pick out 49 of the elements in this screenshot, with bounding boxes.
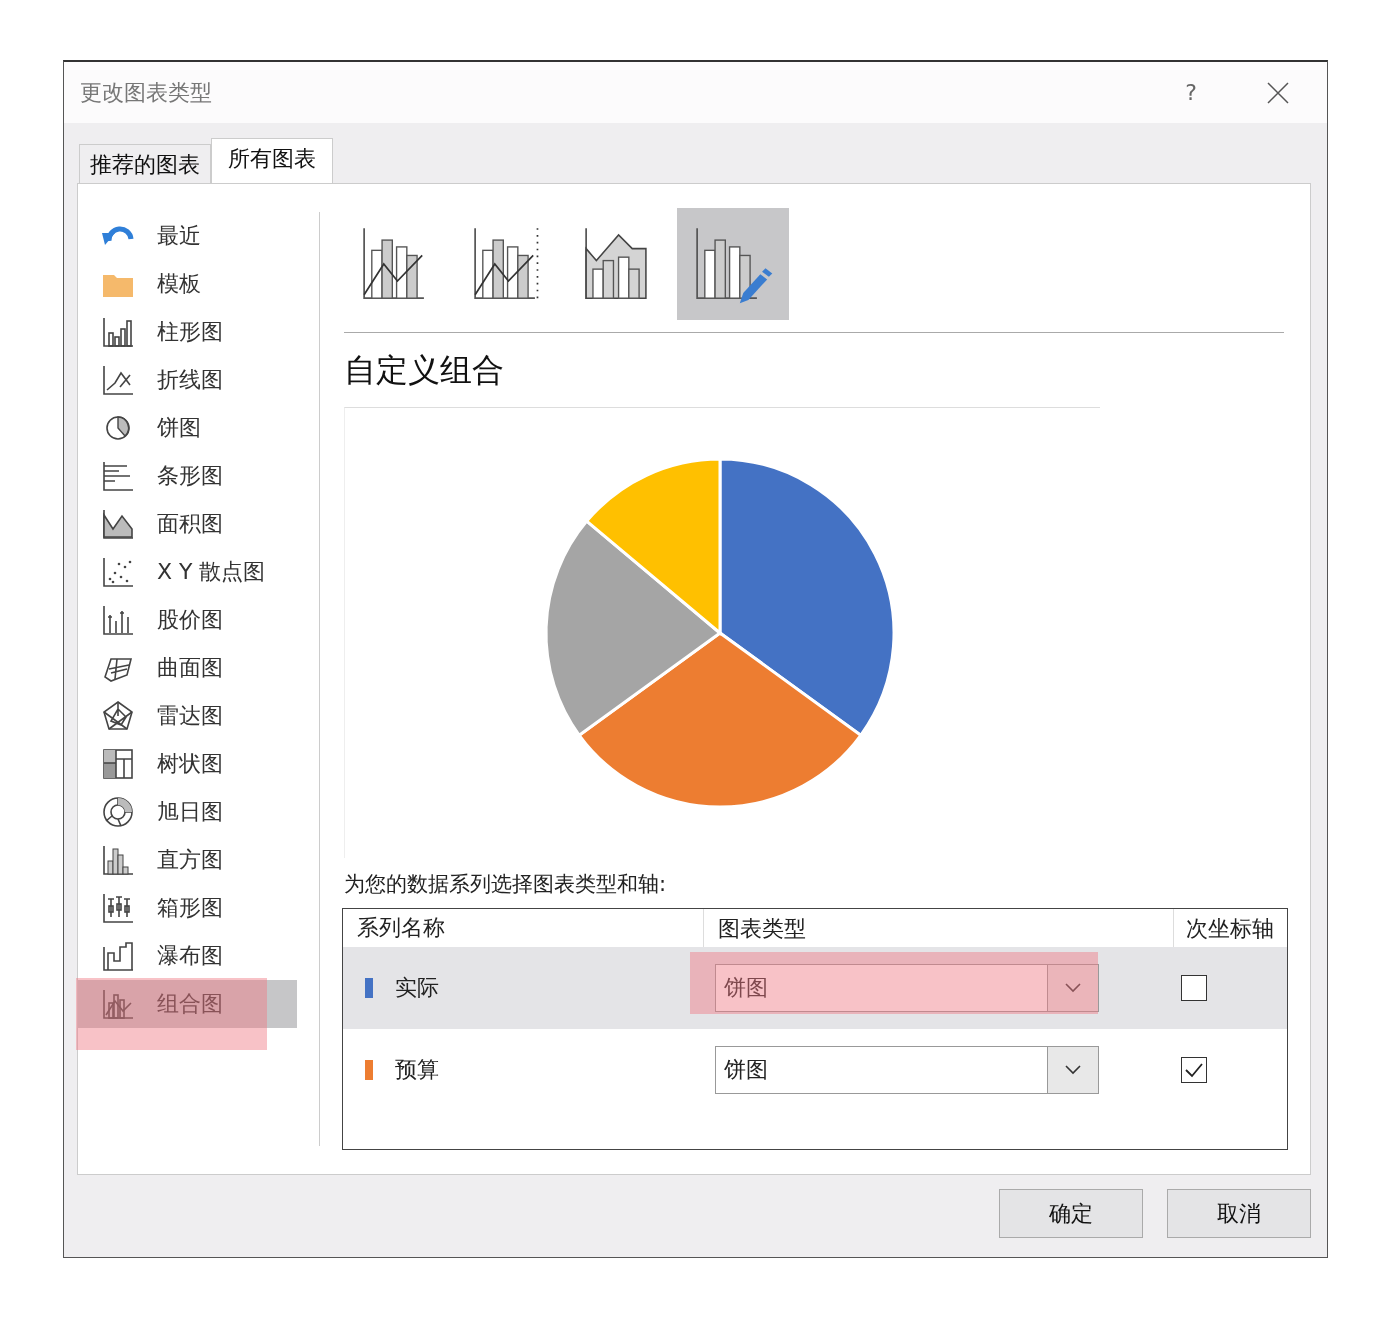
sidebar-item[interactable]: 直方图: [78, 836, 297, 884]
area-chart-icon: [101, 507, 135, 541]
radar-chart-icon: [101, 699, 135, 733]
chart-type-dropdown[interactable]: 饼图: [715, 1046, 1099, 1094]
chart-type-dropdown[interactable]: 饼图: [715, 964, 1099, 1012]
sidebar-item[interactable]: 模板: [78, 260, 297, 308]
sidebar-item[interactable]: 箱形图: [78, 884, 297, 932]
window-title: 更改图表类型: [80, 78, 213, 107]
sunburst-icon: [101, 795, 135, 829]
sidebar-item[interactable]: 面积图: [78, 500, 297, 548]
sidebar-item[interactable]: 树状图: [78, 740, 297, 788]
scatter-chart-icon: [101, 555, 135, 589]
tab[interactable]: 所有图表: [211, 138, 333, 183]
sidebar-item[interactable]: 柱形图: [78, 308, 297, 356]
sidebar-item[interactable]: 条形图: [78, 452, 297, 500]
sidebar-item[interactable]: 瀑布图: [78, 932, 297, 980]
sidebar-item[interactable]: 最近: [78, 212, 297, 260]
waterfall-icon: [101, 939, 135, 973]
dialog-button[interactable]: 确定: [999, 1189, 1143, 1238]
treemap-icon: [101, 747, 135, 781]
sidebar-item[interactable]: X Y 散点图: [78, 548, 297, 596]
check-icon: [1184, 1062, 1204, 1078]
histogram-icon: [101, 843, 135, 877]
series-name: 预算: [395, 1056, 440, 1084]
combo-chart-icon: [101, 987, 135, 1021]
sidebar-item[interactable]: 折线图: [78, 356, 297, 404]
series-name: 实际: [395, 974, 440, 1002]
dialog-button[interactable]: 取消: [1167, 1189, 1311, 1238]
sidebar-item[interactable]: 股价图: [78, 596, 297, 644]
secondary-axis-checkbox[interactable]: [1181, 1057, 1207, 1083]
secondary-axis-checkbox[interactable]: [1181, 975, 1207, 1001]
column-chart-icon: [101, 315, 135, 349]
chevron-down-icon: [1065, 983, 1081, 993]
sidebar-item[interactable]: 旭日图: [78, 788, 297, 836]
box-plot-icon: [101, 891, 135, 925]
help-button[interactable]: ?: [1185, 80, 1197, 105]
chevron-down-icon: [1065, 1065, 1081, 1075]
close-icon[interactable]: [1267, 81, 1289, 104]
column-header: 系列名称: [356, 914, 446, 942]
bar-chart-icon: [101, 459, 135, 493]
series-prompt: 为您的数据系列选择图表类型和轴:: [344, 871, 668, 898]
sidebar-item[interactable]: 饼图: [78, 404, 297, 452]
chart-subtype-button[interactable]: [677, 208, 789, 320]
stock-chart-icon: [101, 603, 135, 637]
section-heading: 自定义组合: [344, 350, 505, 391]
sidebar-item[interactable]: 曲面图: [78, 644, 297, 692]
tab[interactable]: 推荐的图表: [79, 144, 211, 183]
sidebar-item[interactable]: 雷达图: [78, 692, 297, 740]
line-chart-icon: [101, 363, 135, 397]
